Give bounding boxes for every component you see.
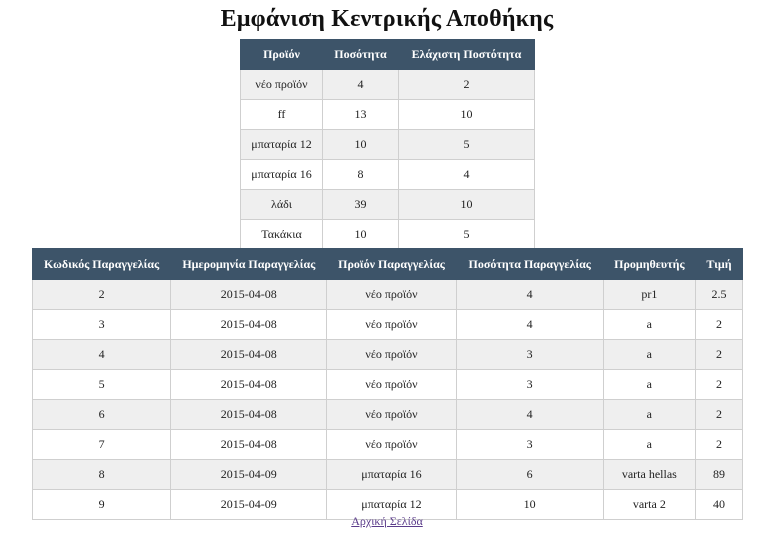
orders-cell-order-date: 2015-04-08 — [170, 339, 328, 370]
orders-cell-order-date: 2015-04-08 — [170, 309, 328, 340]
orders-cell-order-date: 2015-04-08 — [170, 399, 328, 430]
stock-row: Τακάκια 10 5 — [240, 219, 535, 250]
orders-cell-order-date: 2015-04-09 — [170, 459, 328, 490]
stock-cell-min-quantity: 10 — [398, 189, 535, 220]
orders-cell-order-product: μπαταρία 16 — [326, 459, 457, 490]
orders-cell-order-product: νέο προϊόν — [326, 309, 457, 340]
page: Εμφάνιση Κεντρικής Αποθήκης Προϊόν Ποσότ… — [0, 0, 761, 539]
stock-row: λάδι 39 10 — [240, 189, 535, 220]
orders-cell-supplier: a — [602, 369, 696, 400]
stock-cell-quantity: 10 — [322, 129, 399, 160]
stock-cell-min-quantity: 2 — [398, 69, 535, 100]
stock-header-product: Προϊόν — [240, 39, 323, 70]
orders-table: Κωδικός Παραγγελίας Ημερομηνία Παραγγελί… — [31, 248, 744, 520]
orders-cell-order-date: 2015-04-08 — [170, 279, 328, 310]
orders-cell-supplier: a — [602, 339, 696, 370]
orders-cell-order-id: 5 — [31, 369, 172, 400]
orders-cell-price: 2 — [694, 399, 744, 430]
stock-table: Προϊόν Ποσότητα Ελάχιστη Ποστότητα νέο π… — [240, 39, 535, 250]
stock-cell-quantity: 8 — [322, 159, 399, 190]
orders-cell-order-product: νέο προϊόν — [326, 429, 457, 460]
orders-header-price: Τιμή — [694, 248, 744, 280]
orders-header-row: Κωδικός Παραγγελίας Ημερομηνία Παραγγελί… — [31, 248, 744, 280]
stock-row: μπαταρία 16 8 4 — [240, 159, 535, 190]
page-title: Εμφάνιση Κεντρικής Αποθήκης — [220, 6, 554, 32]
orders-cell-order-product: νέο προϊόν — [326, 279, 457, 310]
orders-cell-order-id: 7 — [31, 429, 172, 460]
orders-cell-price: 2.5 — [694, 279, 744, 310]
stock-header-quantity: Ποσότητα — [322, 39, 399, 70]
stock-header-row: Προϊόν Ποσότητα Ελάχιστη Ποστότητα — [240, 39, 535, 70]
stock-cell-product: Τακάκια — [240, 219, 323, 250]
orders-cell-order-date: 2015-04-08 — [170, 369, 328, 400]
stock-row: νέο προϊόν 4 2 — [240, 69, 535, 100]
orders-cell-order-id: 8 — [31, 459, 172, 490]
orders-cell-order-product: νέο προϊόν — [326, 369, 457, 400]
orders-row: 4 2015-04-08 νέο προϊόν 3 a 2 — [31, 339, 744, 370]
orders-header-order-id: Κωδικός Παραγγελίας — [31, 248, 172, 280]
stock-cell-product: λάδι — [240, 189, 323, 220]
orders-cell-order-quantity: 4 — [455, 399, 604, 430]
stock-cell-min-quantity: 10 — [398, 99, 535, 130]
stock-cell-quantity: 39 — [322, 189, 399, 220]
stock-cell-min-quantity: 5 — [398, 219, 535, 250]
orders-row: 2 2015-04-08 νέο προϊόν 4 pr1 2.5 — [31, 279, 744, 310]
stock-cell-product: μπαταρία 16 — [240, 159, 323, 190]
orders-header-order-quantity: Ποσότητα Παραγγελίας — [455, 248, 604, 280]
orders-cell-order-quantity: 3 — [455, 369, 604, 400]
orders-cell-order-id: 4 — [31, 339, 172, 370]
orders-cell-price: 89 — [694, 459, 744, 490]
orders-cell-price: 2 — [694, 309, 744, 340]
orders-cell-price: 2 — [694, 369, 744, 400]
orders-row: 5 2015-04-08 νέο προϊόν 3 a 2 — [31, 369, 744, 400]
stock-row: ff 13 10 — [240, 99, 535, 130]
orders-cell-supplier: a — [602, 429, 696, 460]
orders-cell-order-id: 2 — [31, 279, 172, 310]
orders-cell-order-quantity: 6 — [455, 459, 604, 490]
orders-cell-supplier: a — [602, 309, 696, 340]
stock-cell-product: ff — [240, 99, 323, 130]
orders-cell-order-date: 2015-04-08 — [170, 429, 328, 460]
stock-header-min-quantity: Ελάχιστη Ποστότητα — [398, 39, 535, 70]
stock-cell-min-quantity: 5 — [398, 129, 535, 160]
orders-cell-price: 2 — [694, 339, 744, 370]
home-page-link[interactable]: Αρχική Σελίδα — [0, 514, 761, 529]
orders-header-order-product: Προϊόν Παραγγελίας — [326, 248, 457, 280]
orders-row: 8 2015-04-09 μπαταρία 16 6 varta hellas … — [31, 459, 744, 490]
stock-cell-min-quantity: 4 — [398, 159, 535, 190]
orders-cell-order-quantity: 3 — [455, 339, 604, 370]
stock-cell-quantity: 13 — [322, 99, 399, 130]
orders-cell-order-id: 3 — [31, 309, 172, 340]
orders-row: 3 2015-04-08 νέο προϊόν 4 a 2 — [31, 309, 744, 340]
stock-cell-product: μπαταρία 12 — [240, 129, 323, 160]
orders-cell-price: 2 — [694, 429, 744, 460]
orders-cell-order-quantity: 3 — [455, 429, 604, 460]
orders-header-order-date: Ημερομηνία Παραγγελίας — [170, 248, 328, 280]
stock-cell-quantity: 10 — [322, 219, 399, 250]
orders-row: 6 2015-04-08 νέο προϊόν 4 a 2 — [31, 399, 744, 430]
orders-cell-order-id: 6 — [31, 399, 172, 430]
orders-header-supplier: Προμηθευτής — [602, 248, 696, 280]
orders-cell-supplier: varta hellas — [602, 459, 696, 490]
orders-cell-order-product: νέο προϊόν — [326, 339, 457, 370]
orders-cell-order-quantity: 4 — [455, 279, 604, 310]
orders-cell-order-product: νέο προϊόν — [326, 399, 457, 430]
stock-cell-quantity: 4 — [322, 69, 399, 100]
orders-cell-supplier: a — [602, 399, 696, 430]
stock-row: μπαταρία 12 10 5 — [240, 129, 535, 160]
orders-cell-supplier: pr1 — [602, 279, 696, 310]
orders-row: 7 2015-04-08 νέο προϊόν 3 a 2 — [31, 429, 744, 460]
stock-cell-product: νέο προϊόν — [240, 69, 323, 100]
orders-cell-order-quantity: 4 — [455, 309, 604, 340]
